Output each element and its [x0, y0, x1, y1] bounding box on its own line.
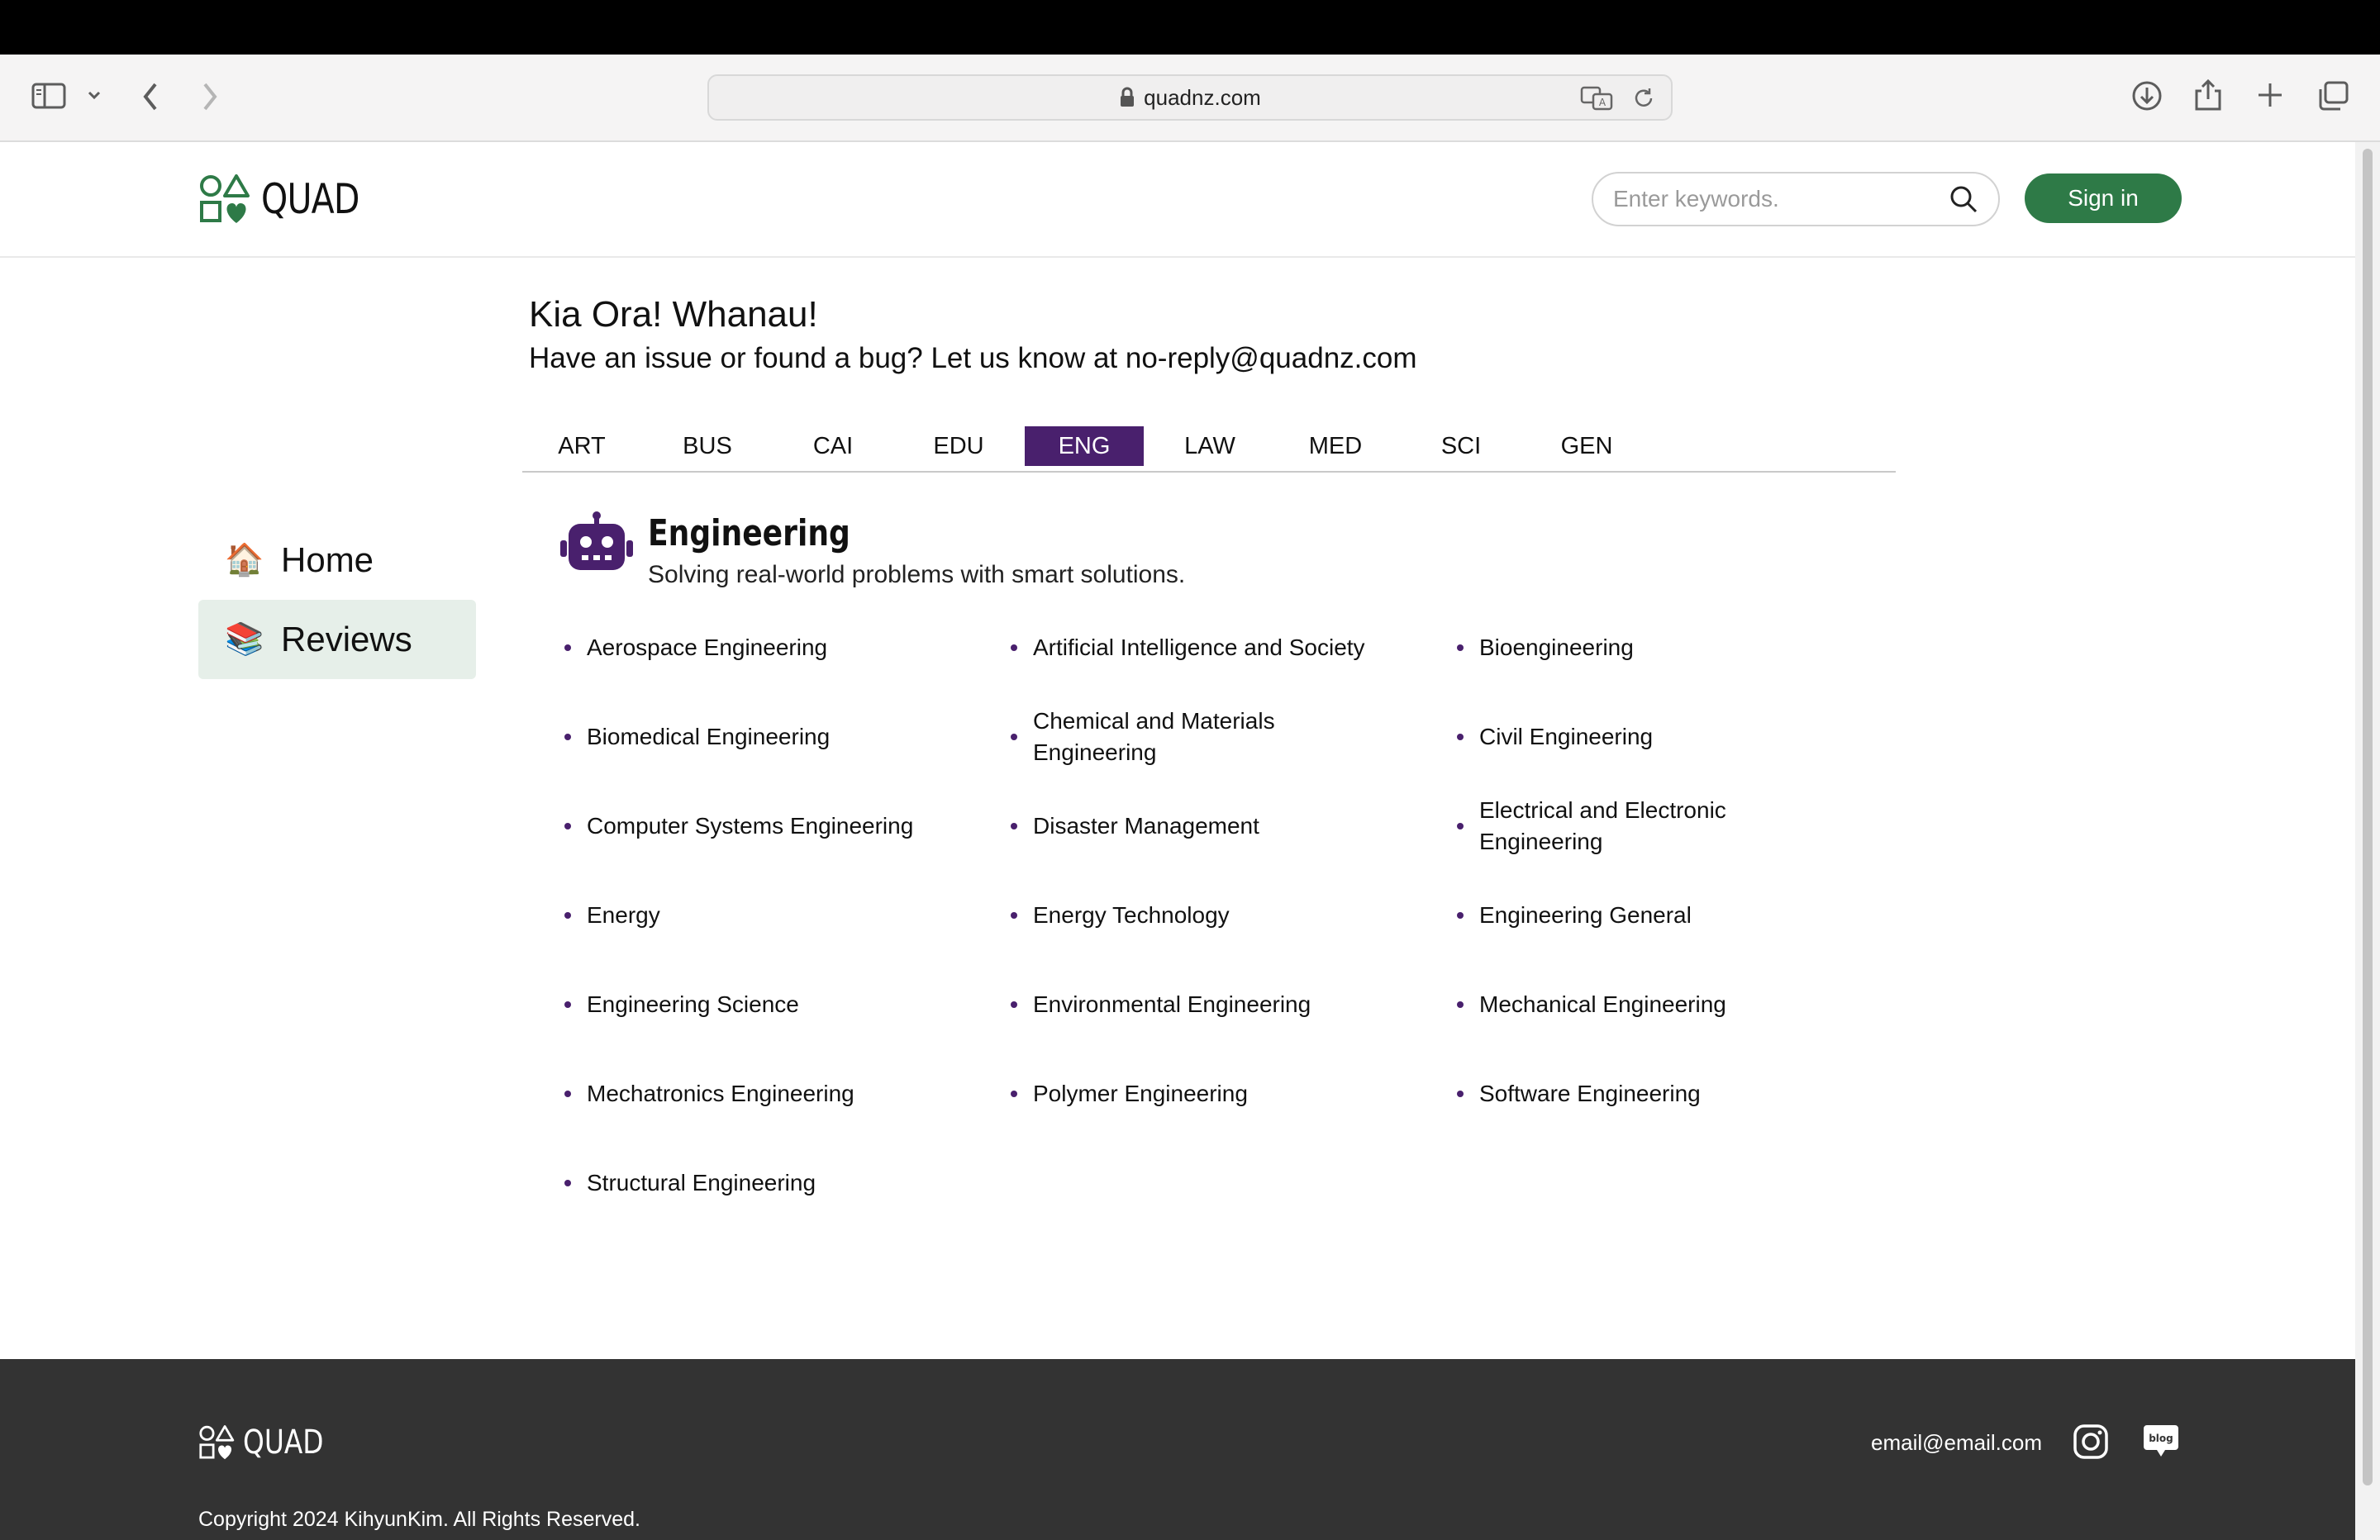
os-menu-bar [0, 0, 2380, 55]
footer-email[interactable]: email@email.com [1871, 1430, 2042, 1456]
subject-link[interactable]: Chemical and Materials Engineering [1008, 692, 1454, 782]
subject-link[interactable]: Structural Engineering [562, 1138, 1008, 1228]
sidebar-toggle-icon[interactable] [31, 83, 68, 111]
tab-overview-icon[interactable] [2317, 81, 2349, 111]
subject-link[interactable]: Biomedical Engineering [562, 692, 1008, 782]
search-icon[interactable] [1949, 184, 1978, 214]
tab-edu[interactable]: EDU [899, 426, 1018, 466]
sidebar-item-label: Reviews [281, 620, 412, 658]
tab-law[interactable]: LAW [1150, 426, 1269, 466]
robot-icon [560, 511, 633, 570]
blog-icon[interactable]: blog [2142, 1424, 2180, 1464]
search-input[interactable] [1613, 186, 1949, 212]
subject-link[interactable]: Mechanical Engineering [1454, 960, 1901, 1049]
blog-label: blog [2149, 1433, 2173, 1444]
share-icon[interactable] [2193, 78, 2223, 112]
tab-sci[interactable]: SCI [1402, 426, 1521, 466]
sidebar-item-home[interactable]: 🏠 Home [198, 520, 476, 600]
logo-text: QUAD [261, 175, 359, 223]
search-bar[interactable] [1592, 172, 2000, 226]
category-header: Engineering Solving real-world problems … [560, 511, 1185, 589]
sidebar-item-label: Home [281, 540, 374, 579]
books-icon: 📚 [225, 622, 264, 657]
copyright-text: Copyright 2024 KihyunKim. All Rights Res… [198, 1508, 640, 1531]
tab-cai[interactable]: CAI [774, 426, 892, 466]
subject-link[interactable]: Polymer Engineering [1008, 1049, 1454, 1138]
subject-link[interactable]: Engineering General [1454, 871, 1901, 960]
subject-link[interactable]: Environmental Engineering [1008, 960, 1454, 1049]
subject-link[interactable]: Energy [562, 871, 1008, 960]
quad-logo-icon [200, 174, 250, 223]
download-icon[interactable] [2130, 79, 2163, 112]
new-tab-icon[interactable] [2256, 81, 2284, 109]
sign-in-button[interactable]: Sign in [2025, 173, 2182, 223]
translate-icon[interactable]: A [1580, 86, 1613, 115]
category-subtitle: Solving real-world problems with smart s… [648, 561, 1186, 588]
back-icon[interactable] [140, 81, 160, 112]
svg-text:A: A [1599, 97, 1606, 108]
site-logo[interactable]: QUAD [198, 173, 381, 225]
subject-link[interactable]: Energy Technology [1008, 871, 1454, 960]
site-footer: QUAD Copyright 2024 KihyunKim. All Right… [0, 1359, 2355, 1540]
reload-icon[interactable] [1631, 86, 1656, 115]
subject-link[interactable]: Artificial Intelligence and Society [1008, 603, 1454, 692]
tab-eng[interactable]: ENG [1025, 426, 1144, 466]
subject-link[interactable]: Disaster Management [1008, 782, 1454, 871]
page-scrollbar[interactable] [2355, 142, 2380, 1540]
instagram-icon[interactable] [2073, 1424, 2109, 1464]
quad-logo-icon [199, 1425, 235, 1460]
subject-link[interactable]: Civil Engineering [1454, 692, 1901, 782]
lock-icon [1121, 87, 1135, 107]
footer-logo[interactable]: QUAD [198, 1424, 341, 1462]
scrollbar-thumb[interactable] [2363, 149, 2373, 1485]
subject-list: Aerospace Engineering Artificial Intelli… [562, 603, 1901, 1228]
bug-report-notice: Have an issue or found a bug? Let us kno… [529, 342, 1417, 374]
subject-link[interactable]: Computer Systems Engineering [562, 782, 1008, 871]
address-bar[interactable]: quadnz.com A [707, 74, 1673, 121]
subject-link[interactable]: Engineering Science [562, 960, 1008, 1049]
subject-link[interactable]: Electrical and Electronic Engineering [1454, 782, 1901, 871]
site-header: QUAD Sign in [0, 142, 2355, 258]
tab-gen[interactable]: GEN [1527, 426, 1646, 466]
url-text: quadnz.com [1144, 84, 1261, 110]
tab-med[interactable]: MED [1276, 426, 1395, 466]
footer-logo-text: QUAD [243, 1424, 324, 1462]
sidebar-item-reviews[interactable]: 📚 Reviews [198, 600, 476, 679]
greeting-heading: Kia Ora! Whanau! [529, 294, 818, 335]
chevron-down-icon[interactable] [86, 89, 102, 101]
tab-bus[interactable]: BUS [648, 426, 767, 466]
subject-link[interactable]: Aerospace Engineering [562, 603, 1008, 692]
faculty-tabs: ART BUS CAI EDU ENG LAW MED SCI GEN [522, 425, 1896, 473]
house-icon: 🏠 [225, 543, 264, 578]
tab-art[interactable]: ART [522, 426, 641, 466]
browser-toolbar: quadnz.com A [0, 55, 2380, 142]
subject-link[interactable]: Mechatronics Engineering [562, 1049, 1008, 1138]
subject-link[interactable]: Software Engineering [1454, 1049, 1901, 1138]
subject-link[interactable]: Bioengineering [1454, 603, 1901, 692]
category-title: Engineering [648, 512, 850, 554]
sidebar-nav: 🏠 Home 📚 Reviews [198, 520, 476, 679]
forward-icon[interactable] [200, 81, 220, 112]
